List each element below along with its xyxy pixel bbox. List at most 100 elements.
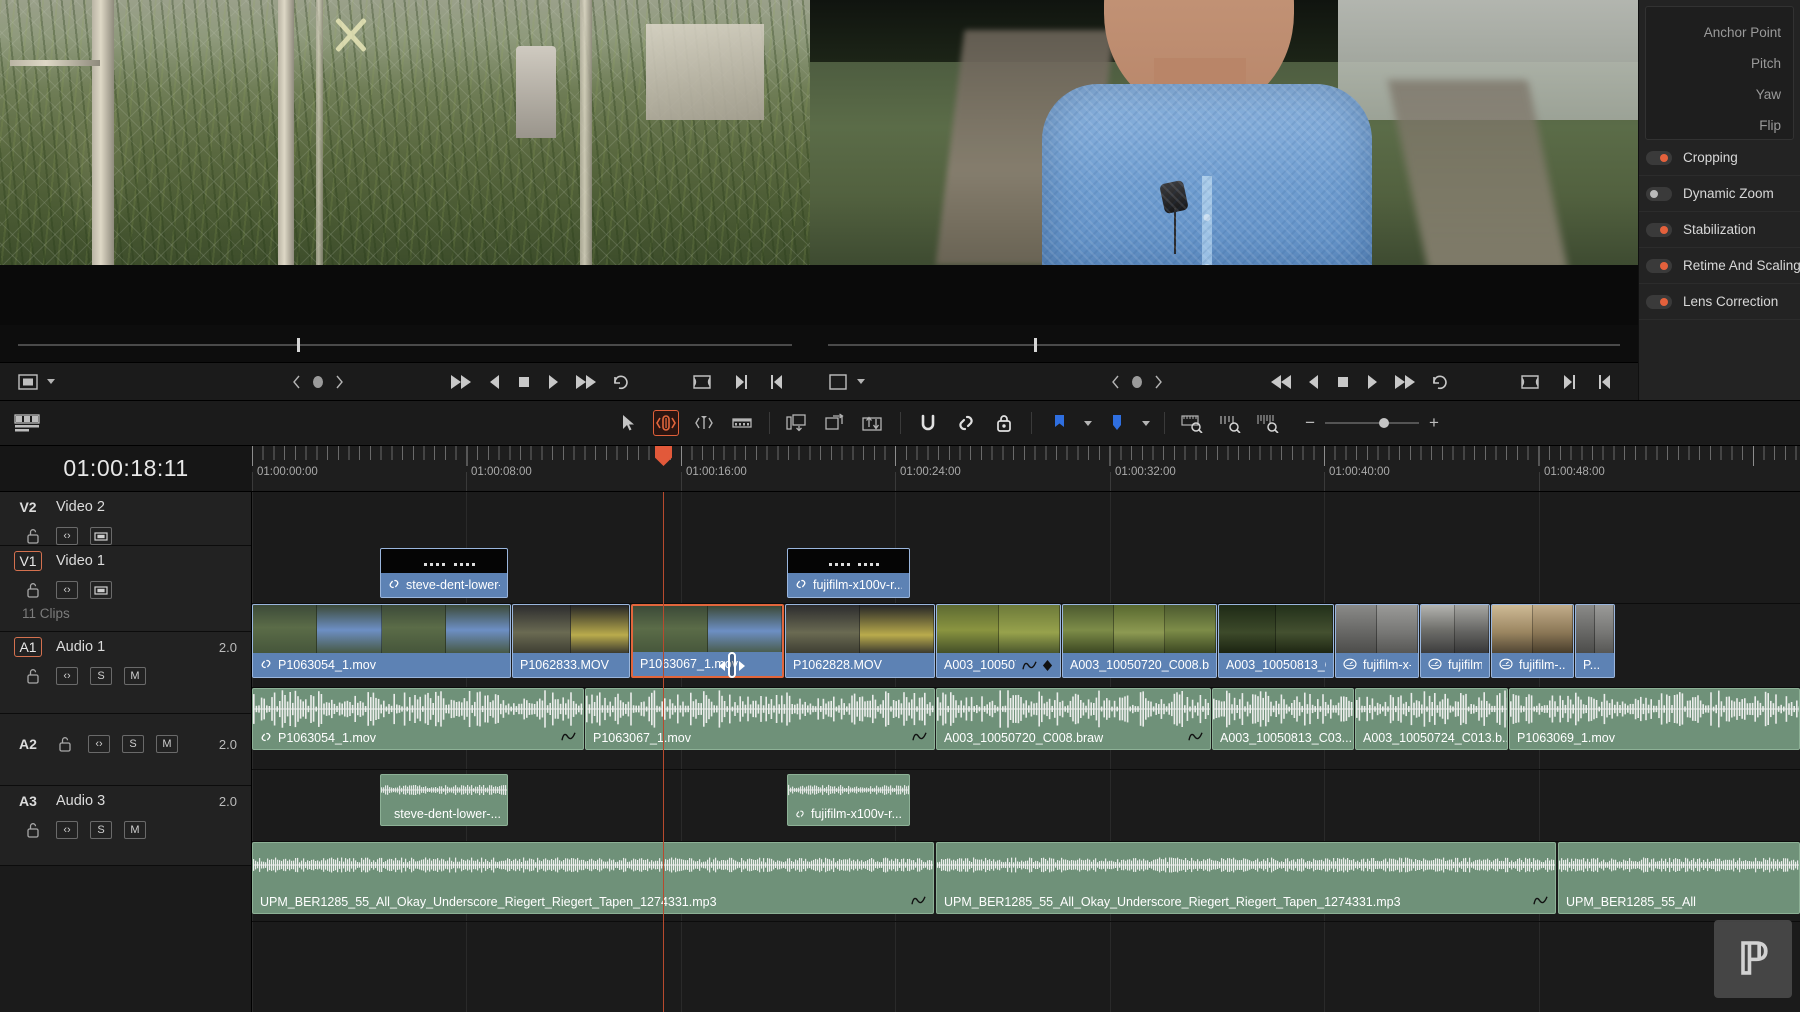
track-header-a3[interactable]: A3 Audio 3 2.0 ‹› S M (0, 786, 251, 866)
timeline-clip[interactable]: fujifilm-x-... (1335, 604, 1419, 678)
timeline-frame-icon[interactable] (828, 374, 848, 390)
source-scrubber[interactable] (18, 342, 792, 348)
zoom-detail-icon[interactable] (1217, 410, 1243, 436)
track-gain-a1[interactable]: 2.0 (219, 640, 237, 655)
timeline-clip[interactable]: A003_10050724_C013.b... (1355, 688, 1508, 750)
lock-icon[interactable] (22, 667, 44, 685)
full-extent-zoom-icon[interactable] (1255, 410, 1281, 436)
marker-icon[interactable] (1104, 410, 1130, 436)
mute-icon[interactable]: M (124, 667, 146, 685)
track-gain-a2[interactable]: 2.0 (219, 737, 237, 752)
timeline-lanes[interactable]: steve-dent-lower-...fujifilm-x100v-r... … (252, 492, 1800, 1012)
timeline-viewer[interactable] (810, 0, 1638, 400)
auto-select-icon[interactable]: ‹› (56, 581, 78, 599)
track-header-v2[interactable]: V2 Video 2 ‹› (0, 492, 251, 546)
inspector-section-stabilization[interactable]: Stabilization (1639, 212, 1800, 248)
timeline-clip[interactable]: fujifilm... (1420, 604, 1490, 678)
lane-v1[interactable]: P1063054_1.movP1062833.MOVP1063067_1.mov… (252, 604, 1800, 688)
track-header-a2[interactable]: A2 ‹› S M 2.0 (0, 714, 251, 786)
replace-clip-icon[interactable] (860, 410, 886, 436)
lock-icon[interactable] (54, 735, 76, 753)
flag-chevron-down-icon[interactable] (1084, 421, 1092, 426)
timeline-clip[interactable]: P1063067_1.mov (585, 688, 935, 750)
track-gain-a3[interactable]: 2.0 (219, 794, 237, 809)
timeline-clip[interactable]: fujifilm-x100v-r... (787, 774, 910, 826)
track-header-a1[interactable]: A1 Audio 1 2.0 ‹› S M (0, 632, 251, 714)
track-visibility-icon[interactable] (90, 581, 112, 599)
source-clip-icon[interactable] (18, 374, 38, 390)
zoom-slider-track[interactable] (1325, 422, 1419, 424)
track-header-v1[interactable]: V1 Video 1 ‹› 11 Clips (0, 546, 251, 632)
timeline-ruler[interactable]: 01:00:00:00 01:00:08:00 01:00:16:00 01:0… (252, 446, 1800, 492)
source-viewer[interactable] (0, 0, 810, 400)
timeline-clip[interactable]: UPM_BER1285_55_All_Okay_Underscore_Riege… (936, 842, 1556, 914)
auto-select-icon[interactable]: ‹› (56, 667, 78, 685)
lock-icon[interactable] (22, 581, 44, 599)
inspector-section-dynamic-zoom[interactable]: Dynamic Zoom (1639, 176, 1800, 212)
trim-edit-mode-icon[interactable] (653, 410, 679, 436)
zoom-out-button[interactable]: − (1305, 413, 1315, 433)
timeline-clip[interactable]: fujifilm-... (1491, 604, 1574, 678)
stabilization-toggle-switch[interactable] (1646, 223, 1672, 237)
mute-icon[interactable]: M (156, 735, 178, 753)
lane-a2[interactable]: steve-dent-lower-... fujifilm-x100v-r... (252, 770, 1800, 842)
auto-select-icon[interactable]: ‹› (56, 527, 78, 545)
track-id-a1[interactable]: A1 (14, 637, 42, 657)
snapping-magnet-icon[interactable] (915, 410, 941, 436)
timeline-clip[interactable]: A003_10050720_C008.braw (1062, 604, 1217, 678)
timeline-clip[interactable]: P1062833.MOV (512, 604, 630, 678)
timeline-clip[interactable]: P... (1575, 604, 1615, 678)
zoom-in-button[interactable]: + (1429, 413, 1439, 433)
timeline-clip[interactable]: UPM_BER1285_55_All_Okay_Underscore_Riege… (252, 842, 934, 914)
timeline-clip[interactable]: UPM_BER1285_55_All (1558, 842, 1800, 914)
timeline-clip[interactable]: A003_100507... (936, 604, 1061, 678)
linked-selection-icon[interactable] (953, 410, 979, 436)
retime-and-scaling-toggle-switch[interactable] (1646, 259, 1672, 273)
inspector-section-retime-and-scaling[interactable]: Retime And Scaling (1639, 248, 1800, 284)
inspector-section-cropping[interactable]: Cropping (1639, 140, 1800, 176)
cropping-toggle-switch[interactable] (1646, 151, 1672, 165)
lane-a3[interactable]: UPM_BER1285_55_All_Okay_Underscore_Riege… (252, 842, 1800, 922)
dynamic-zoom-toggle-switch[interactable] (1646, 187, 1672, 201)
source-marker-nav[interactable] (292, 374, 344, 390)
timeline-view-icon[interactable] (14, 413, 40, 433)
solo-icon[interactable]: S (90, 667, 112, 685)
timeline-clip[interactable]: P1063067_1.mov (631, 604, 784, 678)
timeline-clip[interactable]: steve-dent-lower-... (380, 548, 508, 598)
timeline-clip[interactable]: P1063054_1.mov (252, 688, 584, 750)
timeline-clip[interactable]: A003_10050720_C008.braw (936, 688, 1211, 750)
lane-a1[interactable]: P1063054_1.movP1063067_1.movA003_1005072… (252, 688, 1800, 770)
timeline-clip[interactable]: steve-dent-lower-... (380, 774, 508, 826)
track-id-v1[interactable]: V1 (14, 551, 42, 571)
position-lock-icon[interactable] (991, 410, 1017, 436)
timeline-timecode-display[interactable]: 01:00:18:11 (0, 446, 252, 492)
lock-icon[interactable] (22, 527, 44, 545)
solo-icon[interactable]: S (90, 821, 112, 839)
lock-icon[interactable] (22, 821, 44, 839)
razor-edit-icon[interactable] (729, 410, 755, 436)
timeline-clip[interactable]: P1062828.MOV (785, 604, 935, 678)
lane-v2[interactable]: steve-dent-lower-... fujifilm-x100v-r... (252, 492, 1800, 604)
timeline-clip[interactable]: P1063069_1.mov (1509, 688, 1800, 750)
flag-icon[interactable] (1046, 410, 1072, 436)
lens-correction-toggle-switch[interactable] (1646, 295, 1672, 309)
marker-chevron-down-icon[interactable] (1142, 421, 1150, 426)
insert-clip-icon[interactable] (784, 410, 810, 436)
dynamic-trim-mode-icon[interactable] (691, 410, 717, 436)
timeline-marker-nav[interactable] (1111, 374, 1163, 390)
selection-mode-icon[interactable] (615, 410, 641, 436)
solo-icon[interactable]: S (122, 735, 144, 753)
timeline-clip[interactable]: P1063054_1.mov (252, 604, 511, 678)
inspector-section-lens-correction[interactable]: Lens Correction (1639, 284, 1800, 320)
source-mode-chevron-down-icon[interactable] (47, 379, 55, 384)
auto-select-icon[interactable]: ‹› (88, 735, 110, 753)
track-id-a2[interactable]: A2 (14, 736, 42, 752)
mute-icon[interactable]: M (124, 821, 146, 839)
timeline-mode-chevron-down-icon[interactable] (857, 379, 865, 384)
timeline-clip[interactable]: A003_10050813_C03... (1218, 604, 1334, 678)
zoom-to-fit-icon[interactable] (1179, 410, 1205, 436)
track-id-a3[interactable]: A3 (14, 793, 42, 809)
playhead-marker-icon[interactable] (663, 446, 680, 466)
timeline-clip[interactable]: fujifilm-x100v-r... (787, 548, 910, 598)
track-visibility-icon[interactable] (90, 527, 112, 545)
